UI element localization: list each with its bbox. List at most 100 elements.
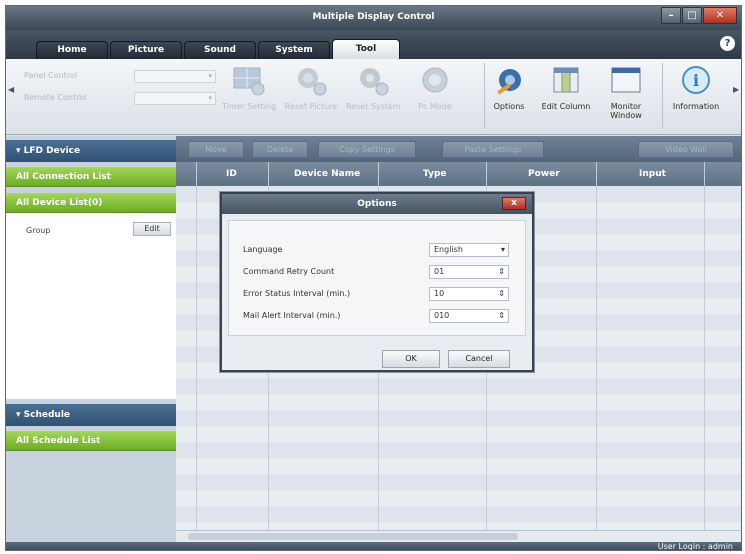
- monitor-window-label: Monitor Window: [610, 102, 642, 120]
- timer-monitor-icon: [232, 65, 266, 97]
- copy-settings-button[interactable]: Copy Settings: [318, 141, 416, 158]
- maximize-button[interactable]: □: [682, 7, 702, 24]
- tab-sound[interactable]: Sound: [184, 41, 256, 59]
- mail-alert-interval-value: 010: [434, 311, 450, 320]
- reset-picture-button[interactable]: Reset Picture: [284, 65, 338, 129]
- column-input[interactable]: Input: [639, 169, 666, 179]
- language-label: Language: [243, 245, 283, 254]
- pc-mode-button[interactable]: Pc Mode: [408, 65, 462, 129]
- panel-control-select[interactable]: ▾: [134, 70, 216, 83]
- app-window: Multiple Display Control – □ ✕ Home Pict…: [5, 5, 742, 551]
- user-login-status: User Login : admin: [657, 542, 733, 551]
- chevron-down-icon: ▾: [500, 245, 505, 254]
- dialog-close-button[interactable]: x: [502, 197, 526, 210]
- minimize-button[interactable]: –: [661, 7, 681, 24]
- all-schedule-list[interactable]: All Schedule List: [6, 431, 176, 451]
- dialog-title: Options: [222, 194, 532, 214]
- edit-column-button[interactable]: Edit Column: [538, 65, 594, 129]
- options-icon: [492, 65, 526, 97]
- spinner-arrows-icon[interactable]: ⇕: [498, 310, 505, 322]
- tab-system[interactable]: System: [258, 41, 330, 59]
- reset-system-label: Reset System: [346, 102, 401, 111]
- menu-tab-bar: Home Picture Sound System Tool ?: [6, 30, 741, 59]
- tab-home[interactable]: Home: [36, 41, 108, 59]
- all-connection-list[interactable]: All Connection List: [6, 167, 176, 187]
- mail-alert-interval-spinner[interactable]: 010 ⇕: [429, 309, 509, 323]
- chevron-down-icon: ▾: [208, 94, 212, 102]
- horizontal-scrollbar[interactable]: [176, 530, 741, 542]
- pc-mode-icon: [418, 65, 452, 97]
- column-device-name[interactable]: Device Name: [294, 169, 360, 179]
- column-divider: [196, 162, 197, 530]
- options-dialog: Options x Language English ▾ Command Ret…: [220, 192, 534, 372]
- schedule-header[interactable]: ▾ Schedule: [6, 404, 176, 426]
- column-power[interactable]: Power: [528, 169, 560, 179]
- left-panel: ▾ LFD Device All Connection List All Dev…: [6, 136, 176, 542]
- spinner-arrows-icon[interactable]: ⇕: [498, 288, 505, 300]
- monitor-window-icon: [609, 65, 643, 97]
- language-select[interactable]: English ▾: [429, 243, 509, 257]
- options-button[interactable]: Options: [486, 65, 532, 129]
- reset-system-icon: [356, 65, 390, 97]
- lfd-device-label: LFD Device: [23, 146, 81, 156]
- tab-picture[interactable]: Picture: [110, 41, 182, 59]
- command-retry-spinner[interactable]: 01 ⇕: [429, 265, 509, 279]
- spinner-arrows-icon[interactable]: ⇕: [498, 266, 505, 278]
- close-window-button[interactable]: ✕: [703, 7, 737, 24]
- delete-button[interactable]: Delete: [252, 141, 308, 158]
- information-label: Information: [672, 102, 720, 111]
- device-toolbar: Move Delete Copy Settings Paste Settings…: [176, 136, 741, 162]
- error-status-interval-label: Error Status Interval (min.): [243, 289, 351, 298]
- tab-tool[interactable]: Tool: [332, 39, 400, 59]
- paste-settings-button[interactable]: Paste Settings: [442, 141, 544, 158]
- information-button[interactable]: i Information: [666, 65, 726, 129]
- reset-picture-icon: [294, 65, 328, 97]
- ribbon-scroll-right-icon[interactable]: ▶: [733, 85, 739, 94]
- column-divider: [596, 162, 597, 530]
- video-wall-button[interactable]: Video Wall: [638, 141, 734, 158]
- move-button[interactable]: Move: [188, 141, 244, 158]
- ribbon-separator: [484, 63, 485, 129]
- remote-control-label: Remote Control: [24, 93, 87, 102]
- ribbon-separator: [662, 63, 663, 129]
- remote-control-select[interactable]: ▾: [134, 92, 216, 105]
- panel-control-label: Panel Control: [24, 71, 78, 80]
- window-title: Multiple Display Control: [312, 12, 435, 22]
- column-id[interactable]: ID: [226, 169, 237, 179]
- edit-group-button[interactable]: Edit: [133, 222, 171, 236]
- device-group-area: [6, 213, 176, 399]
- schedule-label: Schedule: [23, 410, 71, 420]
- mail-alert-interval-label: Mail Alert Interval (min.): [243, 311, 341, 320]
- column-type[interactable]: Type: [423, 169, 446, 179]
- scrollbar-thumb[interactable]: [188, 533, 518, 540]
- chevron-down-icon: ▾: [208, 72, 212, 80]
- error-status-interval-spinner[interactable]: 10 ⇕: [429, 287, 509, 301]
- status-bar: User Login : admin: [6, 542, 741, 551]
- command-retry-label: Command Retry Count: [243, 267, 335, 276]
- title-bar: Multiple Display Control – □ ✕: [6, 6, 741, 30]
- device-grid-header: ID Device Name Type Power Input: [176, 162, 741, 186]
- language-value: English: [434, 245, 463, 254]
- information-icon: i: [679, 65, 713, 97]
- reset-picture-label: Reset Picture: [284, 102, 338, 111]
- monitor-window-button[interactable]: Monitor Window: [600, 65, 652, 129]
- ribbon: ◀ ▶ Panel Control ▾ Remote Control ▾ Tim…: [6, 59, 741, 135]
- lfd-device-header[interactable]: ▾ LFD Device: [6, 140, 176, 162]
- edit-column-icon: [549, 65, 583, 97]
- options-label: Options: [493, 102, 525, 111]
- timer-setting-button[interactable]: Timer Setting: [222, 65, 276, 129]
- pc-mode-label: Pc Mode: [418, 102, 452, 111]
- ribbon-scroll-left-icon[interactable]: ◀: [8, 85, 14, 94]
- help-icon[interactable]: ?: [720, 36, 735, 51]
- error-status-interval-value: 10: [434, 289, 445, 298]
- ok-button[interactable]: OK: [382, 350, 440, 368]
- group-label: Group: [26, 226, 51, 235]
- reset-system-button[interactable]: Reset System: [346, 65, 401, 129]
- all-device-list[interactable]: All Device List(0): [6, 193, 176, 213]
- cancel-button[interactable]: Cancel: [448, 350, 510, 368]
- edit-column-label: Edit Column: [541, 102, 591, 111]
- command-retry-value: 01: [434, 267, 445, 276]
- column-divider: [704, 162, 705, 530]
- timer-setting-label: Timer Setting: [222, 102, 277, 111]
- options-form: Language English ▾ Command Retry Count 0…: [228, 220, 526, 336]
